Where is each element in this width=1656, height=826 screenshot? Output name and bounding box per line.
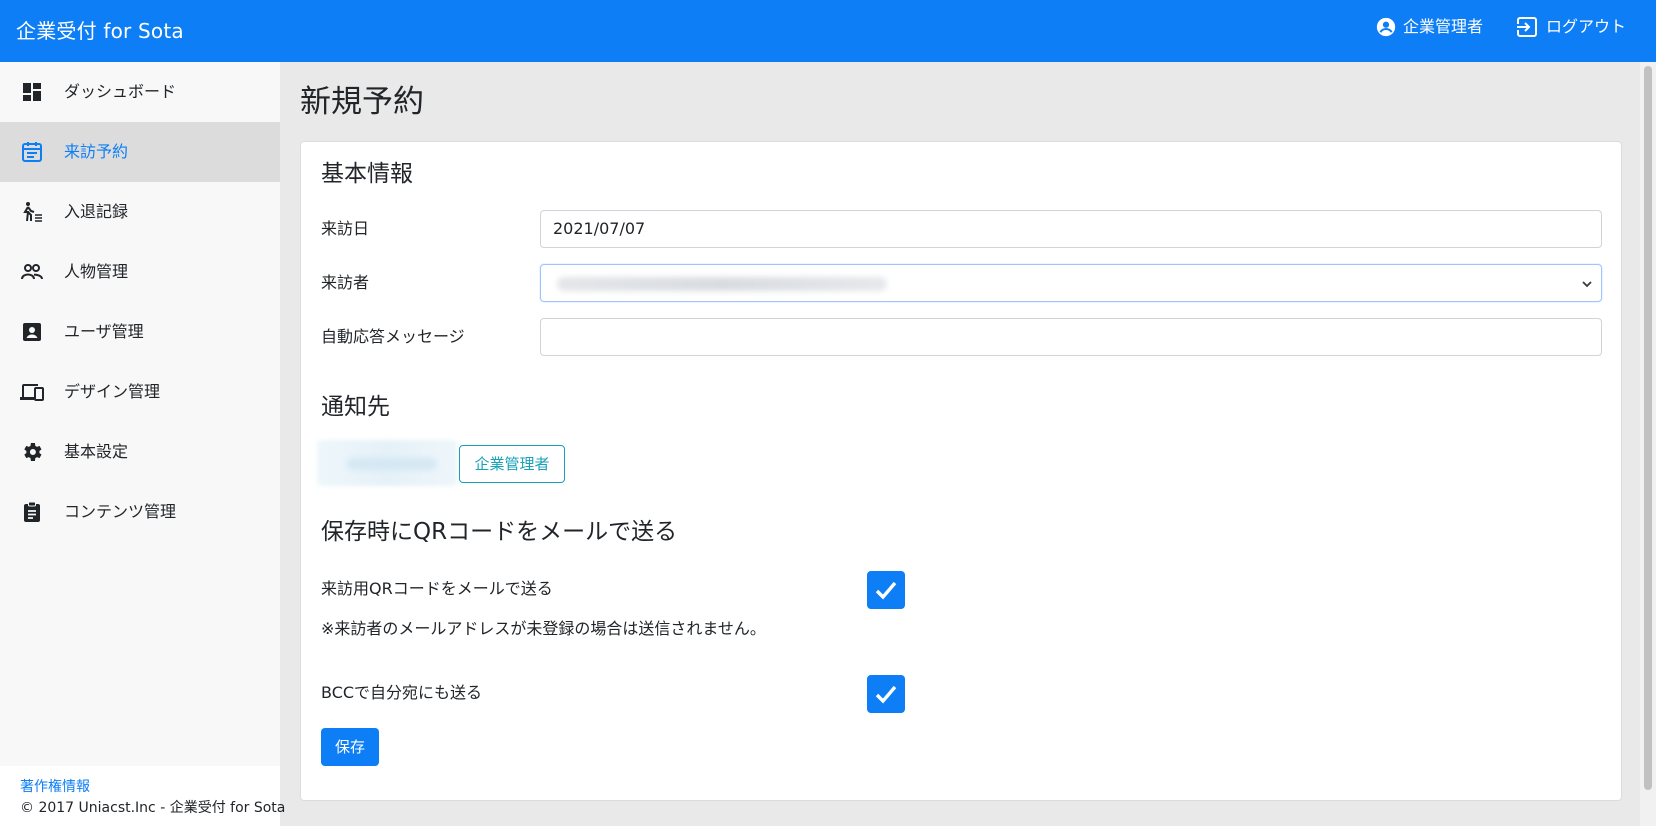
calendar-icon xyxy=(22,142,42,162)
send-qr-checkbox[interactable] xyxy=(867,571,905,609)
sidebar-item-people[interactable]: 人物管理 xyxy=(0,242,280,302)
bcc-label: BCCで自分宛にも送る xyxy=(321,683,483,702)
logout-button[interactable]: ログアウト xyxy=(1516,16,1626,38)
qr-heading: 保存時にQRコードをメールで送る xyxy=(321,519,678,545)
copyright-link[interactable]: 著作権情報 xyxy=(20,778,90,796)
clipboard-icon xyxy=(24,501,40,522)
auto-reply-input[interactable] xyxy=(540,318,1602,356)
sidebar-item-reservations[interactable]: 来訪予約 xyxy=(0,122,280,182)
page-scrollbar[interactable] xyxy=(1640,62,1656,826)
sidebar-item-label: 基本設定 xyxy=(64,442,129,461)
visit-date-input[interactable]: 2021/07/07 xyxy=(540,210,1602,248)
top-navbar: 企業受付 for Sota 企業管理者 ログアウト xyxy=(0,0,1656,62)
logout-icon xyxy=(1516,17,1537,37)
notify-recipient-redacted[interactable] xyxy=(317,440,457,486)
visitor-label: 来訪者 xyxy=(321,273,370,292)
devices-icon xyxy=(20,384,44,401)
qr-note: ※来訪者のメールアドレスが未登録の場合は送信されません。 xyxy=(321,619,766,638)
brand-title[interactable]: 企業受付 for Sota xyxy=(16,17,184,45)
visit-date-label: 来訪日 xyxy=(321,219,370,238)
people-icon xyxy=(21,264,43,280)
user-menu-label: 企業管理者 xyxy=(1403,17,1484,36)
sidebar-item-entry-log[interactable]: 入退記録 xyxy=(0,182,280,242)
reservation-form-card: 基本情報 来訪日 2021/07/07 来訪者 自動応答メッセージ 通知先 企業… xyxy=(300,141,1622,801)
sidebar: ダッシュボード 来訪予約 入退記録 人物管理 ユーザ管理 デザイン管理 基本設定… xyxy=(0,62,285,826)
account-circle-icon xyxy=(1376,17,1396,37)
sidebar-item-design[interactable]: デザイン管理 xyxy=(0,362,280,422)
sidebar-footer: 著作権情報 © 2017 Uniacst.Inc - 企業受付 for Sota xyxy=(0,766,285,826)
visitor-select[interactable] xyxy=(540,264,1602,302)
copyright-text: © 2017 Uniacst.Inc - 企業受付 for Sota xyxy=(20,800,286,816)
checkmark-icon xyxy=(875,685,897,704)
bcc-checkbox[interactable] xyxy=(867,675,905,713)
logout-label: ログアウト xyxy=(1546,17,1627,36)
scrollbar-thumb[interactable] xyxy=(1644,66,1652,790)
page-title: 新規予約 xyxy=(300,84,424,120)
sidebar-item-label: ダッシュボード xyxy=(64,82,177,101)
auto-reply-label: 自動応答メッセージ xyxy=(321,327,465,346)
checkmark-icon xyxy=(875,581,897,600)
basic-info-heading: 基本情報 xyxy=(321,161,413,187)
walking-person-icon xyxy=(23,202,42,222)
sidebar-item-contents[interactable]: コンテンツ管理 xyxy=(0,482,280,542)
sidebar-item-label: コンテンツ管理 xyxy=(64,502,177,521)
sidebar-item-settings[interactable]: 基本設定 xyxy=(0,422,280,482)
save-button[interactable]: 保存 xyxy=(321,728,379,766)
chevron-down-icon xyxy=(1582,281,1592,288)
visitor-select-value-redacted xyxy=(557,277,887,291)
send-qr-label: 来訪用QRコードをメールで送る xyxy=(321,579,553,598)
user-menu-button[interactable]: 企業管理者 xyxy=(1375,16,1483,38)
gear-icon xyxy=(24,443,42,461)
dashboard-icon xyxy=(23,83,41,101)
sidebar-item-users[interactable]: ユーザ管理 xyxy=(0,302,280,362)
sidebar-item-label: 人物管理 xyxy=(64,262,129,281)
notify-company-admin-button[interactable]: 企業管理者 xyxy=(459,445,565,483)
sidebar-item-dashboard[interactable]: ダッシュボード xyxy=(0,62,280,122)
sidebar-item-label: 入退記録 xyxy=(64,202,129,221)
sidebar-item-label: ユーザ管理 xyxy=(64,322,144,341)
notify-heading: 通知先 xyxy=(321,394,390,420)
sidebar-item-label: 来訪予約 xyxy=(64,142,129,161)
sidebar-item-label: デザイン管理 xyxy=(64,382,161,401)
account-box-icon xyxy=(23,323,41,341)
